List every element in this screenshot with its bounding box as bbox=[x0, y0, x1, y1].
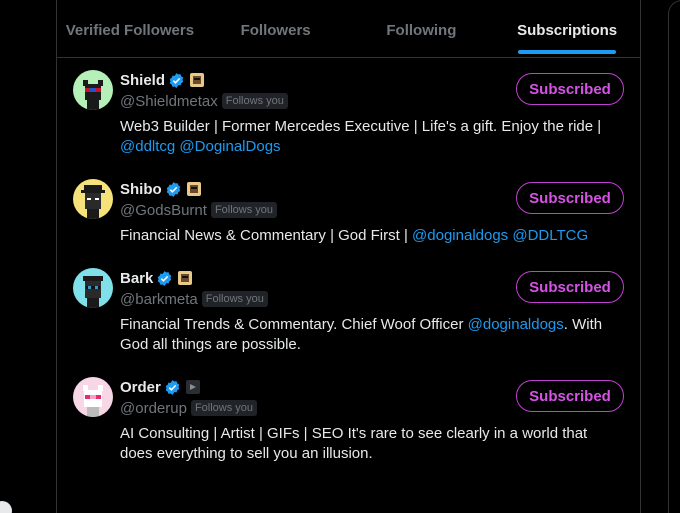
bio-text: AI Consulting | Artist | GIFs | SEO It's… bbox=[120, 425, 588, 462]
tab-following[interactable]: Following bbox=[349, 0, 495, 57]
subscribed-button[interactable]: Subscribed bbox=[516, 182, 624, 214]
user-cell-shield[interactable]: Shield @Shieldmetax Follows you Web3 Bui… bbox=[57, 58, 640, 157]
user-name[interactable]: Bark bbox=[120, 270, 153, 287]
user-handle: @barkmeta bbox=[120, 290, 198, 308]
bio-mention-link[interactable]: @ddltcg @DoginalDogs bbox=[120, 138, 281, 155]
user-cell-shibo[interactable]: Shibo @GodsBurnt Follows you Financial N… bbox=[57, 157, 640, 246]
follows-you-badge: Follows you bbox=[201, 291, 268, 307]
subscribed-button[interactable]: Subscribed bbox=[516, 380, 624, 412]
avatar-cat-order-icon bbox=[73, 377, 113, 417]
tab-followers[interactable]: Followers bbox=[203, 0, 349, 57]
main-column: Verified Followers Followers Following S… bbox=[57, 0, 641, 513]
bio-text: Financial Trends & Commentary. Chief Woo… bbox=[120, 316, 464, 333]
user-name[interactable]: Shibo bbox=[120, 181, 162, 198]
tab-verified-followers[interactable]: Verified Followers bbox=[57, 0, 203, 57]
user-bio: Web3 Builder | Former Mercedes Executive… bbox=[120, 117, 620, 157]
bio-text: Web3 Builder | Former Mercedes Executive… bbox=[120, 118, 602, 135]
follows-you-badge: Follows you bbox=[190, 400, 258, 416]
bio-mention-link[interactable]: @doginaldogs @DDLTCG bbox=[412, 227, 588, 244]
bio-mention-link[interactable]: @doginaldogs bbox=[468, 316, 564, 333]
user-handle: @Shieldmetax bbox=[120, 92, 218, 110]
avatar-dog-bark-icon bbox=[73, 268, 113, 308]
avatar-dog-shield-icon bbox=[73, 70, 113, 110]
user-handle: @orderup bbox=[120, 399, 187, 417]
left-nav-rail bbox=[0, 0, 57, 513]
tab-bar: Verified Followers Followers Following S… bbox=[57, 0, 640, 58]
account-avatar[interactable] bbox=[0, 501, 12, 513]
subscribed-button[interactable]: Subscribed bbox=[516, 271, 624, 303]
tab-label: Verified Followers bbox=[65, 22, 195, 39]
avatar[interactable] bbox=[73, 268, 113, 308]
tab-label: Following bbox=[386, 22, 457, 39]
user-name[interactable]: Order bbox=[120, 379, 161, 396]
avatar[interactable] bbox=[73, 179, 113, 219]
user-bio: Financial Trends & Commentary. Chief Woo… bbox=[120, 315, 620, 355]
affiliate-dog-icon[interactable] bbox=[190, 73, 205, 87]
avatar[interactable] bbox=[73, 70, 113, 110]
user-name[interactable]: Shield bbox=[120, 72, 165, 89]
tab-subscriptions[interactable]: Subscriptions bbox=[494, 0, 640, 57]
verified-badge-icon bbox=[166, 181, 180, 197]
verified-badge-icon bbox=[165, 379, 180, 395]
right-sidebar-panel bbox=[668, 0, 680, 513]
follows-you-badge: Follows you bbox=[210, 202, 278, 218]
user-cell-order[interactable]: Order @orderup Follows you AI Consulting… bbox=[57, 355, 640, 464]
verified-badge-icon bbox=[158, 270, 172, 286]
active-tab-indicator bbox=[518, 50, 617, 54]
affiliate-dog-icon[interactable] bbox=[186, 182, 201, 196]
user-bio: Financial News & Commentary | God First … bbox=[120, 226, 620, 246]
user-handle: @GodsBurnt bbox=[120, 201, 207, 219]
affiliate-arrow-icon[interactable] bbox=[185, 380, 200, 394]
subscribed-button[interactable]: Subscribed bbox=[516, 73, 624, 105]
tab-label: Followers bbox=[240, 22, 311, 39]
tab-label: Subscriptions bbox=[517, 22, 618, 39]
bio-text: Financial News & Commentary | God First … bbox=[120, 227, 408, 244]
verified-badge-icon bbox=[169, 72, 184, 88]
avatar[interactable] bbox=[73, 377, 113, 417]
user-cell-bark[interactable]: Bark @barkmeta Follows you Financial Tre… bbox=[57, 246, 640, 355]
follows-you-badge: Follows you bbox=[221, 93, 288, 109]
user-bio: AI Consulting | Artist | GIFs | SEO It's… bbox=[120, 424, 620, 464]
avatar-dog-shibo-icon bbox=[73, 179, 113, 219]
affiliate-dog-icon[interactable] bbox=[178, 271, 193, 285]
